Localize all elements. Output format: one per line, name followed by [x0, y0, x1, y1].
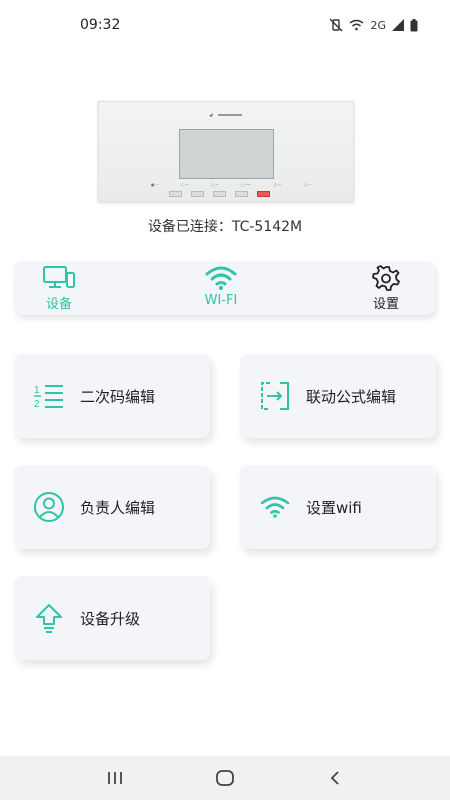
responsible-person-edit-label: 负责人编辑: [80, 498, 156, 517]
monitor-phone-icon: [43, 266, 75, 288]
tab-device[interactable]: 设备: [42, 265, 76, 312]
device-upgrade-label: 设备升级: [80, 609, 141, 628]
qr-code-edit-button[interactable]: 1 2 二次码编辑: [14, 354, 210, 438]
network-type-label: 2G: [370, 18, 386, 32]
signal-icon: [392, 19, 404, 31]
system-nav-bar: [0, 756, 450, 800]
tab-bar: 设备 WI-FI 设置: [14, 261, 435, 315]
user-circle-icon: [32, 490, 66, 524]
wifi-setup-button[interactable]: 设置wifi: [240, 465, 436, 549]
battery-icon: [410, 18, 418, 31]
tab-device-label: 设备: [45, 297, 72, 312]
back-icon: [330, 771, 339, 785]
recent-apps-button[interactable]: [95, 763, 135, 793]
device-logo: [207, 111, 247, 121]
linkage-formula-edit-button[interactable]: 联动公式编辑: [240, 354, 436, 438]
qr-code-edit-label: 二次码编辑: [80, 387, 156, 406]
numbered-list-icon: 1 2: [32, 379, 66, 413]
tab-wifi[interactable]: WI-FI: [204, 265, 238, 308]
tab-settings[interactable]: 设置: [372, 265, 400, 312]
linkage-formula-edit-label: 联动公式编辑: [306, 387, 397, 406]
device-indicators: ● ─ ○ ─ ○ ─ ○ ── ○ ─ ○ ─: [151, 182, 311, 187]
home-icon: [216, 770, 234, 786]
gear-icon: [372, 265, 400, 291]
wifi-icon: [205, 266, 237, 290]
transfer-icon: [258, 379, 292, 413]
status-bar: 09:32 2G: [0, 0, 450, 50]
responsible-person-edit-button[interactable]: 负责人编辑: [14, 465, 210, 549]
recent-apps-icon: [108, 772, 122, 784]
wifi-setup-label: 设置wifi: [306, 498, 362, 517]
device-image: ● ─ ○ ─ ○ ─ ○ ── ○ ─ ○ ─: [98, 101, 354, 202]
home-button[interactable]: [205, 763, 245, 793]
svg-text:1: 1: [34, 385, 40, 396]
svg-text:2: 2: [34, 399, 40, 410]
tab-wifi-label: WI-FI: [204, 293, 238, 308]
wifi-icon: [258, 490, 292, 524]
wifi-status-icon: [350, 19, 364, 31]
upgrade-arrow-icon: [32, 601, 66, 635]
tab-settings-label: 设置: [372, 297, 399, 312]
back-button[interactable]: [315, 763, 355, 793]
device-screen: [179, 129, 274, 179]
device-buttons: [169, 191, 270, 197]
device-connection-status: 设备已连接：TC-5142M: [147, 219, 303, 235]
vibrate-mute-icon: [329, 18, 343, 32]
status-icons: 2G: [329, 18, 418, 32]
device-upgrade-button[interactable]: 设备升级: [14, 576, 210, 660]
clock: 09:32: [80, 17, 121, 33]
